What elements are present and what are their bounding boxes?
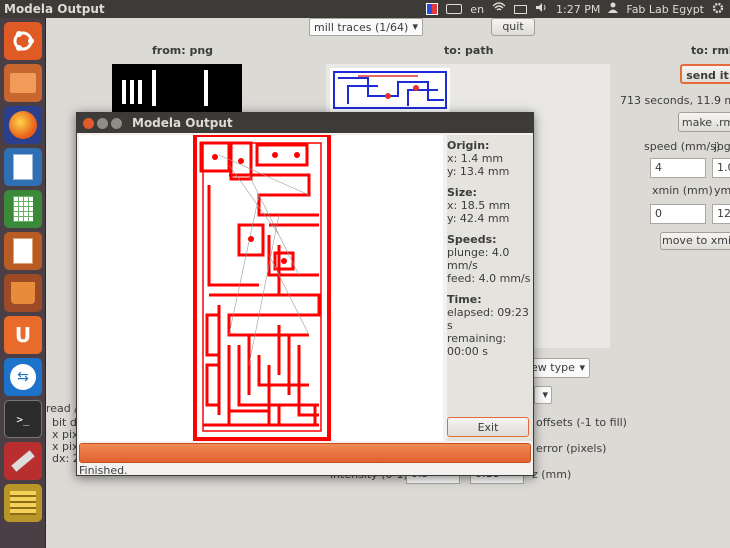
progress-bar <box>79 443 531 463</box>
settings-icon[interactable] <box>712 2 724 17</box>
software-center-icon[interactable] <box>4 274 42 312</box>
ymin-input[interactable]: 12 <box>712 204 730 224</box>
process-select[interactable]: mill traces (1/64) ▾ <box>309 18 423 36</box>
remaining-time: remaining: 00:00 s <box>447 332 507 358</box>
system-tray: en 1:27 PM Fab Lab Egypt <box>426 2 730 17</box>
user-icon[interactable] <box>608 2 619 16</box>
toolpath-drawing <box>193 133 331 441</box>
plunge-speed: plunge: 4.0 mm/s <box>447 246 510 272</box>
dialog-title: Modela Output <box>132 116 233 130</box>
network-icon[interactable] <box>492 2 506 16</box>
maximize-icon[interactable] <box>111 117 122 129</box>
header-to-rml: to: rml <box>691 44 730 57</box>
jog-label: jog <box>714 140 730 153</box>
origin-y: y: 13.4 mm <box>447 165 510 178</box>
job-info-panel: Origin: x: 1.4 mm y: 13.4 mm Size: x: 18… <box>447 135 533 441</box>
origin-header: Origin: <box>447 139 490 152</box>
origin-x: x: 1.4 mm <box>447 152 504 165</box>
error-label: error (pixels) <box>536 442 607 455</box>
volume-icon[interactable] <box>535 2 548 16</box>
make-rml-button[interactable]: make .rm <box>678 112 730 132</box>
terminal-icon[interactable]: >_ <box>4 400 42 438</box>
png-preview <box>112 64 242 112</box>
clock[interactable]: 1:27 PM <box>556 3 600 16</box>
jog-input[interactable]: 1.0 <box>712 158 730 178</box>
time-estimate: 713 seconds, 11.9 minu <box>620 94 730 107</box>
view-type-value: ew type <box>531 361 575 374</box>
size-header: Size: <box>447 186 477 199</box>
process-select-value: mill traces (1/64) <box>314 21 409 34</box>
teamviewer-icon[interactable]: ⇆ <box>4 358 42 396</box>
type-select[interactable]: ▾ <box>534 386 552 404</box>
feed-speed: feed: 4.0 mm/s <box>447 272 531 285</box>
size-x: x: 18.5 mm <box>447 199 511 212</box>
user-name[interactable]: Fab Lab Egypt <box>626 3 704 16</box>
close-icon[interactable] <box>83 117 94 129</box>
keyboard-layout[interactable]: en <box>470 3 484 16</box>
send-it-button[interactable]: send it! <box>680 64 730 84</box>
size-y: y: 42.4 mm <box>447 212 510 225</box>
progress-fill <box>80 444 530 462</box>
ubuntu-icon[interactable] <box>4 22 42 60</box>
offsets-label: offsets (-1 to fill) <box>536 416 627 429</box>
writer-icon[interactable] <box>4 148 42 186</box>
active-window-title: Modela Output <box>4 2 105 16</box>
xmin-label: xmin (mm) <box>652 184 713 197</box>
stack-icon[interactable] <box>4 484 42 522</box>
fab-modules-icon[interactable] <box>426 3 439 15</box>
keyboard-icon[interactable] <box>446 4 463 14</box>
mail-icon[interactable] <box>514 4 528 14</box>
firefox-icon[interactable] <box>4 106 42 144</box>
toolpath-canvas <box>79 133 443 441</box>
chevron-down-icon: ▾ <box>542 388 548 401</box>
modela-output-dialog: Modela Output Origin: x: 1.4 mm y: 13.4 … <box>76 112 534 477</box>
calc-icon[interactable] <box>4 190 42 228</box>
speed-label: speed (mm/s) <box>644 140 721 153</box>
elapsed-time: elapsed: 09:23 s <box>447 306 529 332</box>
chevron-down-icon: ▾ <box>412 20 418 33</box>
z-label: z (mm) <box>532 468 572 481</box>
xmin-input[interactable]: 0 <box>650 204 706 224</box>
quit-button[interactable]: quit <box>491 18 535 36</box>
view-type-select[interactable]: ew type ▾ <box>526 358 590 378</box>
dialog-titlebar: Modela Output <box>77 113 533 133</box>
settings-tool-icon[interactable] <box>4 442 42 480</box>
chevron-down-icon: ▾ <box>579 361 585 374</box>
ubuntu-one-icon[interactable]: U <box>4 316 42 354</box>
files-icon[interactable] <box>4 64 42 102</box>
header-from: from: png <box>152 44 214 57</box>
header-to-path: to: path <box>444 44 494 57</box>
time-header: Time: <box>447 293 482 306</box>
speed-input[interactable]: 4 <box>650 158 706 178</box>
status-text: Finished. <box>79 464 128 477</box>
top-panel: Modela Output en 1:27 PM Fab Lab Egypt <box>0 0 730 18</box>
launcher: U ⇆ >_ <box>0 18 46 548</box>
status-line-1: read / <box>46 402 78 415</box>
move-to-xmin-button[interactable]: move to xmin <box>660 232 730 250</box>
ymin-label: ymi <box>714 184 730 197</box>
impress-icon[interactable] <box>4 232 42 270</box>
minimize-icon[interactable] <box>97 117 108 129</box>
path-preview <box>330 68 450 112</box>
speeds-header: Speeds: <box>447 233 497 246</box>
exit-button[interactable]: Exit <box>447 417 529 437</box>
